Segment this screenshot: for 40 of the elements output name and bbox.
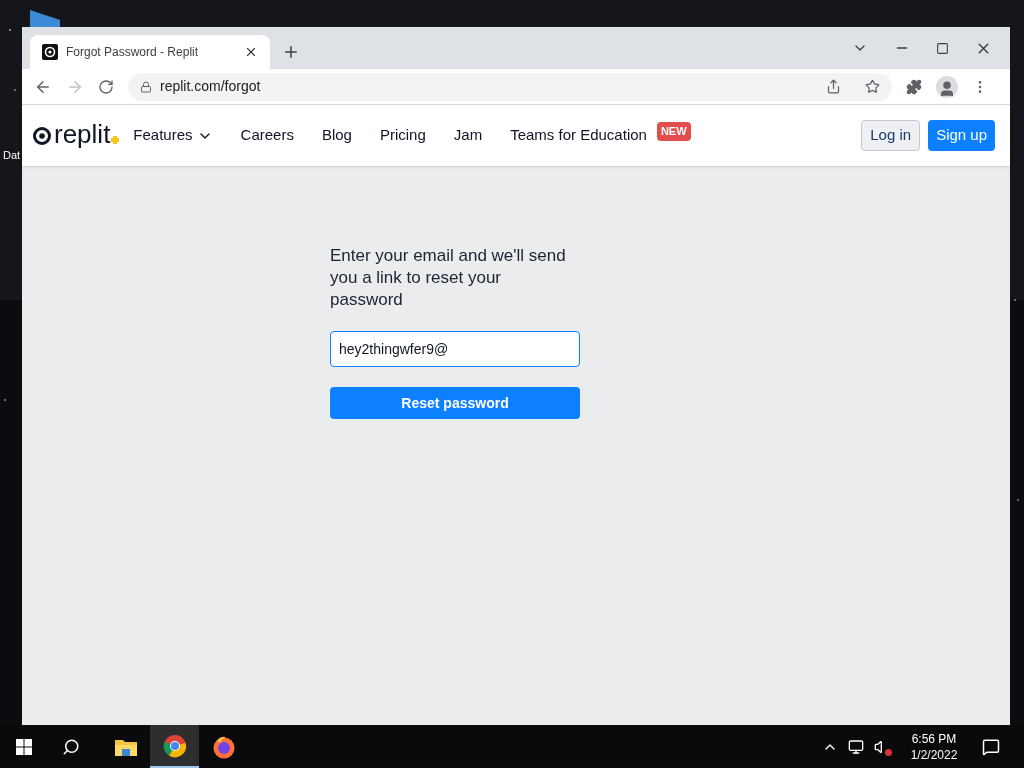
browser-icon [211, 734, 236, 759]
nav-link[interactable]: Jam [453, 124, 483, 147]
new-tag: NEW [656, 122, 691, 141]
notification-icon[interactable] [982, 737, 1000, 756]
lock-icon [140, 80, 152, 93]
nav-link[interactable]: Blog [321, 124, 352, 147]
tab-title: Forgot Password - Replit [66, 44, 200, 61]
email-field[interactable]: hey2thingwfer9@ [330, 331, 580, 367]
nav-link[interactable]: Pricing [379, 124, 426, 147]
network-icon[interactable] [848, 738, 864, 755]
replit-logo-icon [32, 125, 52, 146]
address-bar[interactable]: replit.com/forgot [128, 72, 892, 101]
close-icon[interactable] [244, 45, 258, 59]
windows-start-icon[interactable] [16, 738, 32, 755]
taskbar-app[interactable] [150, 725, 199, 768]
reload-icon[interactable] [98, 78, 114, 95]
volume-muted-icon[interactable] [874, 738, 890, 755]
nav-link[interactable]: Teams for Education [510, 124, 647, 147]
clock-date[interactable]: 1/2/2022 [910, 746, 958, 763]
reset-password-button[interactable]: Reset password [330, 387, 580, 419]
signup-button[interactable]: Sign up [928, 120, 995, 151]
url-text: replit.com/forgot [160, 77, 262, 96]
maximize-icon[interactable] [936, 41, 949, 55]
search-icon[interactable] [62, 737, 80, 756]
profile-avatar[interactable] [936, 75, 958, 98]
new-tab-icon[interactable] [282, 43, 300, 61]
login-button[interactable]: Log in [861, 120, 921, 151]
logo-text[interactable]: replit [54, 120, 111, 147]
desktop-icon-label: Dat [2, 150, 21, 161]
replit-logo-icon [42, 44, 58, 60]
nav-link[interactable]: Careers [240, 124, 294, 147]
browser-icon [162, 733, 187, 758]
bookmark-star-icon[interactable] [865, 79, 880, 94]
instruction-text: Enter your email and we'll send you a link to reset your password [330, 245, 567, 311]
share-icon[interactable] [826, 79, 841, 94]
browser-tab[interactable]: Forgot Password - Replit [30, 35, 270, 69]
clock-time[interactable]: 6:56 PM [911, 730, 957, 747]
sparkle-icon [111, 135, 120, 144]
nav-dropdown[interactable]: Features [133, 124, 213, 147]
extensions-icon[interactable] [906, 78, 922, 95]
